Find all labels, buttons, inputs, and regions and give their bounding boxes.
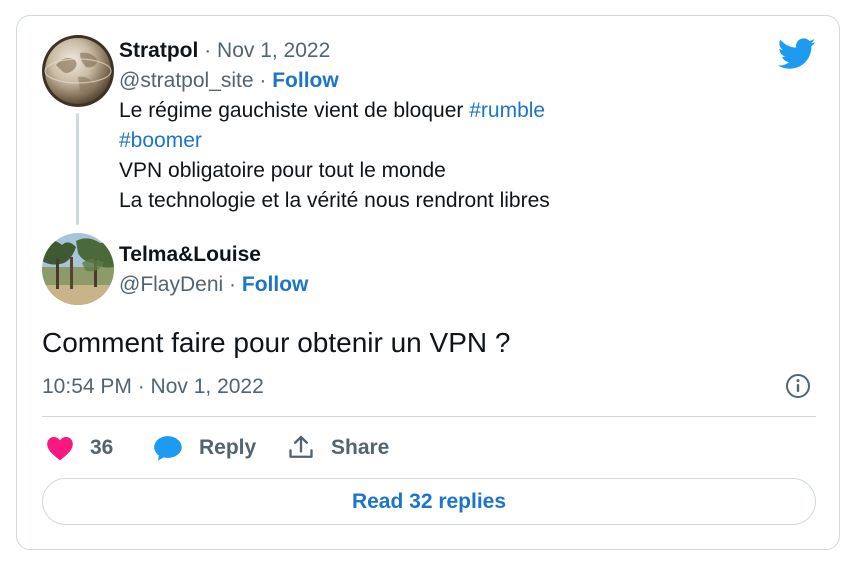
tweet-text-line: #boomer — [119, 126, 202, 156]
share-icon — [289, 435, 313, 458]
author-name[interactable]: Stratpol — [119, 39, 198, 62]
quoted-handle-row: @stratpol_site · Follow — [119, 69, 339, 92]
follow-button[interactable]: Follow — [272, 69, 339, 92]
thread-connector-line — [76, 113, 79, 225]
info-icon[interactable] — [785, 373, 811, 399]
share-label: Share — [331, 436, 390, 459]
reply-label: Reply — [199, 436, 257, 459]
reply-handle-row: @FlayDeni · Follow — [119, 273, 309, 296]
hashtag-link[interactable]: #boomer — [119, 129, 202, 152]
share-button[interactable]: Share — [287, 432, 389, 464]
read-replies-button[interactable]: Read 32 replies — [42, 478, 816, 525]
author-handle[interactable]: @FlayDeni — [119, 273, 223, 296]
twitter-bird-icon[interactable] — [778, 38, 816, 70]
follow-button[interactable]: Follow — [242, 273, 309, 296]
avatar-stratpol[interactable] — [42, 35, 114, 107]
like-count: 36 — [90, 436, 114, 459]
tweet-date[interactable]: Nov 1, 2022 — [217, 39, 330, 62]
author-handle[interactable]: @stratpol_site — [119, 69, 254, 92]
divider — [42, 416, 816, 417]
heart-icon — [47, 437, 73, 461]
hashtag-link[interactable]: #rumble — [469, 99, 545, 122]
reply-tweet-text: Comment faire pour obtenir un VPN ? — [42, 327, 511, 358]
author-name[interactable]: Telma&Louise — [119, 243, 261, 266]
quoted-header: Stratpol · Nov 1, 2022 — [119, 36, 330, 66]
tweet-text-line: Le régime gauchiste vient de bloquer #ru… — [119, 99, 546, 122]
tweet-text-line: La technologie et la vérité nous rendron… — [119, 189, 550, 212]
like-button[interactable]: 36 — [46, 432, 113, 464]
reply-button[interactable]: Reply — [153, 432, 256, 464]
separator-dot: · — [204, 39, 212, 62]
avatar-telma-louise[interactable] — [42, 233, 114, 305]
tweet-text-line: VPN obligatoire pour tout le monde — [119, 159, 446, 182]
tweet-timestamp[interactable]: 10:54 PM · Nov 1, 2022 — [42, 372, 264, 402]
reply-header: Telma&Louise — [119, 240, 261, 270]
speech-bubble-icon — [154, 436, 182, 461]
